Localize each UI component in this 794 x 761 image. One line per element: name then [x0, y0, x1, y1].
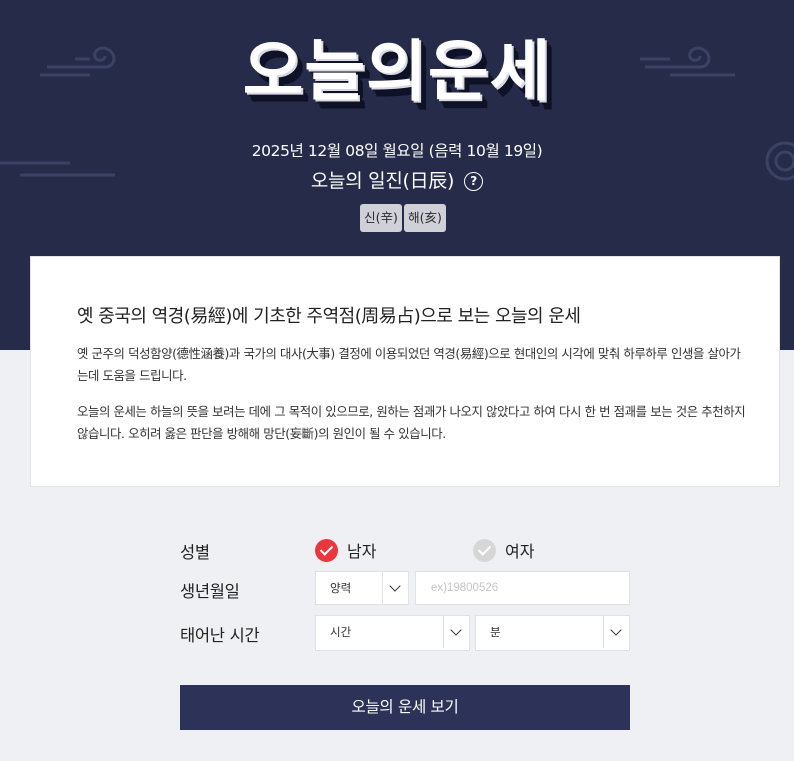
input-placeholder: ex)19800526	[431, 582, 499, 594]
date-line: 2025년 12월 08일 월요일 (음력 10월 19일)	[251, 142, 543, 160]
iljin-heading: 오늘의 일진(日辰)?	[0, 166, 794, 193]
iljin-chip: 해(亥)	[404, 204, 446, 232]
radio-label: 여자	[505, 542, 535, 561]
iljin-chips: 신(辛) 해(亥)	[360, 204, 446, 232]
submit-button[interactable]: 오늘의 운세 보기	[180, 685, 630, 730]
info-paragraph: 옛 군주의 덕성함양(德性涵養)과 국가의 대사(大事) 결정에 이용되었던 역…	[77, 346, 741, 383]
calendar-type-select[interactable]: 양력	[315, 571, 409, 605]
info-heading: 옛 중국의 역경(易經)에 기초한 주역점(周易占)으로 보는 오늘의 운세	[77, 306, 581, 327]
birth-minute-select[interactable]: 분	[475, 615, 630, 651]
chevron-down-icon	[382, 572, 408, 604]
radio-label: 남자	[347, 542, 377, 561]
gender-label: 성별	[180, 543, 210, 562]
page-title: 오늘의운세	[242, 33, 552, 110]
iljin-label: 오늘의 일진(日辰)	[310, 170, 455, 192]
gender-radio-male[interactable]: 남자	[315, 538, 376, 562]
check-circle-icon	[315, 538, 338, 562]
select-value: 분	[490, 625, 501, 639]
gender-radio-female[interactable]: 여자	[473, 538, 534, 562]
iljin-chip: 신(辛)	[360, 204, 402, 232]
info-paragraph: 오늘의 운세는 하늘의 뜻을 보려는 데에 그 목적이 있으므로, 원하는 점괘…	[77, 404, 746, 441]
question-circle-icon[interactable]: ?	[464, 172, 484, 191]
birth-label: 생년월일	[180, 582, 240, 601]
check-circle-icon	[473, 538, 496, 562]
info-card: 옛 중국의 역경(易經)에 기초한 주역점(周易占)으로 보는 오늘의 운세 옛…	[30, 256, 780, 487]
birth-hour-select[interactable]: 시간	[315, 615, 470, 651]
select-value: 시간	[330, 625, 352, 639]
select-value: 양력	[330, 581, 352, 595]
birthdate-input[interactable]: ex)19800526	[415, 571, 630, 605]
birth-time-label: 태어난 시간	[180, 626, 260, 645]
chevron-down-icon	[603, 616, 629, 648]
chevron-down-icon	[443, 616, 469, 648]
